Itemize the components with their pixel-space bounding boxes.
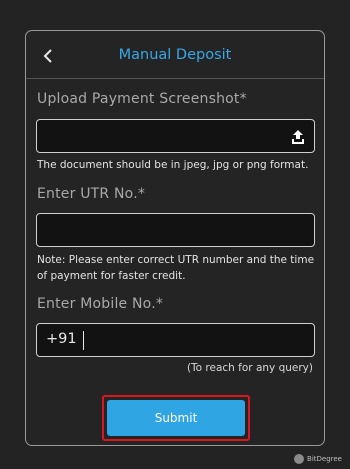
utr-hint-line2: of payment for faster credit.	[37, 270, 186, 282]
bitdegree-logo-icon	[294, 454, 305, 464]
chevron-left-icon	[43, 49, 52, 63]
utr-input-field[interactable]	[36, 213, 315, 247]
submit-button[interactable]: Submit	[107, 400, 245, 436]
page-title: Manual Deposit	[118, 47, 232, 63]
watermark: BitDegree	[294, 454, 342, 464]
mobile-input-field[interactable]: +91	[36, 323, 315, 357]
mobile-hint: (To reach for any query)	[186, 362, 313, 374]
panel-header: Manual Deposit	[26, 31, 324, 79]
upload-field[interactable]	[36, 119, 315, 153]
back-button[interactable]	[38, 45, 58, 67]
deposit-panel: Manual Deposit Upload Payment Screenshot…	[25, 30, 325, 446]
utr-hint-line1: Note: Please enter correct UTR number an…	[37, 254, 315, 266]
utr-input[interactable]	[37, 214, 314, 246]
mobile-label: Enter Mobile No.*	[37, 296, 164, 312]
watermark-text: BitDegree	[307, 455, 342, 463]
utr-label: Enter UTR No.*	[37, 186, 146, 202]
upload-label: Upload Payment Screenshot*	[37, 91, 247, 107]
upload-icon[interactable]	[290, 129, 306, 145]
mobile-input[interactable]	[37, 324, 314, 356]
upload-hint: The document should be in jpeg, jpg or p…	[37, 159, 309, 171]
